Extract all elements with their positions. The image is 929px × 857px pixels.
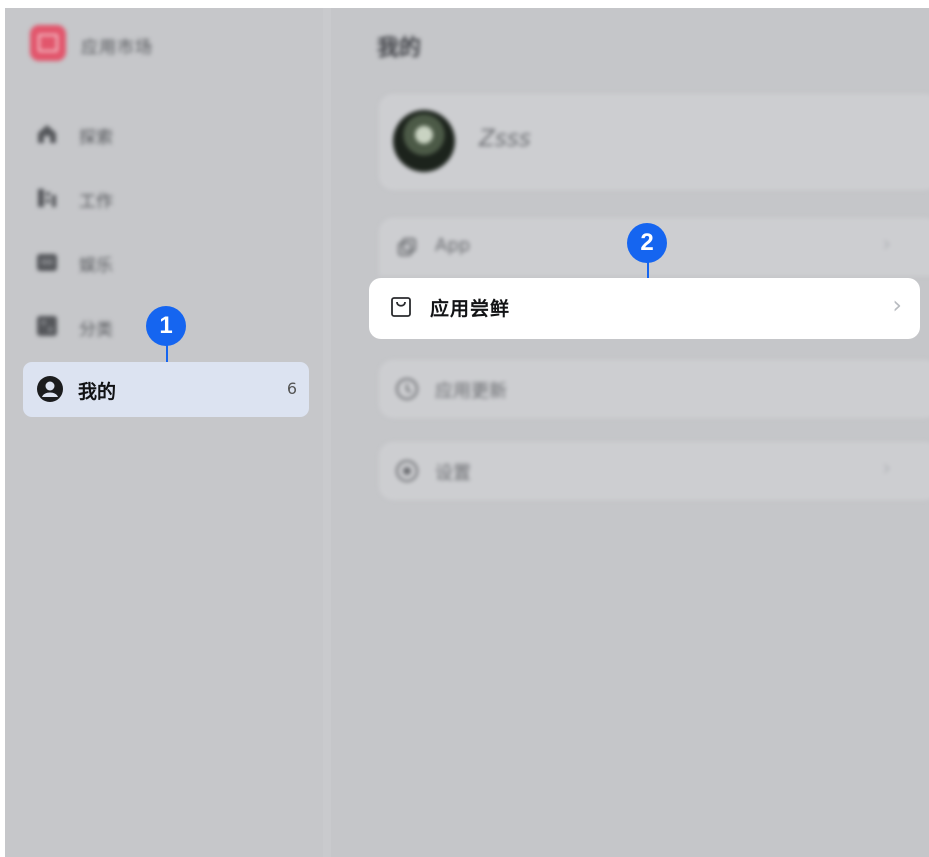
row-label: 应用尝鲜 (430, 298, 511, 320)
row-label: App (435, 235, 471, 256)
sidebar: 应用市场 探索 工作 娱乐 分类 我的 6 (5, 8, 323, 857)
step-marker-1: 1 (146, 306, 186, 346)
row-app-update[interactable]: 应用更新 (379, 360, 929, 418)
app-logo-icon (30, 25, 66, 61)
sidebar-item-entertainment[interactable]: 娱乐 (29, 242, 309, 282)
sidebar-item-mine[interactable]: 我的 6 (23, 362, 309, 417)
bag-icon (391, 297, 411, 317)
game-icon (37, 254, 57, 271)
sidebar-divider (323, 8, 331, 857)
home-icon (38, 125, 56, 143)
app-window: 应用市场 探索 工作 娱乐 分类 我的 6 我的 Zsss App › 应用更新… (5, 8, 929, 857)
update-icon (396, 378, 418, 400)
page-title: 我的 (377, 36, 422, 61)
step-marker-2: 2 (627, 223, 667, 263)
sidebar-item-label: 工作 (79, 192, 113, 212)
category-icon (37, 316, 57, 336)
main-panel: 我的 Zsss App › 应用更新 设置 › (331, 8, 929, 857)
chevron-right-icon: › (882, 232, 891, 257)
chevron-right-icon: › (892, 291, 902, 319)
settings-icon (396, 460, 418, 482)
app-name: 应用市场 (81, 38, 153, 58)
row-label: 应用更新 (435, 381, 507, 402)
row-label: 设置 (435, 463, 471, 484)
sidebar-item-label: 分类 (79, 320, 113, 340)
user-icon (37, 376, 63, 402)
sidebar-item-label: 我的 (78, 381, 117, 403)
avatar[interactable] (393, 110, 455, 172)
row-settings[interactable]: 设置 › (379, 442, 929, 500)
work-icon (38, 189, 56, 207)
sidebar-item-work[interactable]: 工作 (29, 178, 309, 218)
profile-card[interactable]: Zsss (379, 94, 929, 190)
app-icon (398, 238, 416, 256)
username: Zsss (479, 126, 531, 152)
sidebar-item-label: 探索 (79, 128, 113, 148)
chevron-right-icon: › (882, 456, 891, 481)
sidebar-item-explore[interactable]: 探索 (29, 114, 309, 154)
sidebar-item-label: 娱乐 (79, 256, 113, 276)
count-badge: 6 (286, 379, 297, 398)
row-app-trial[interactable]: 应用尝鲜 › (369, 278, 920, 339)
